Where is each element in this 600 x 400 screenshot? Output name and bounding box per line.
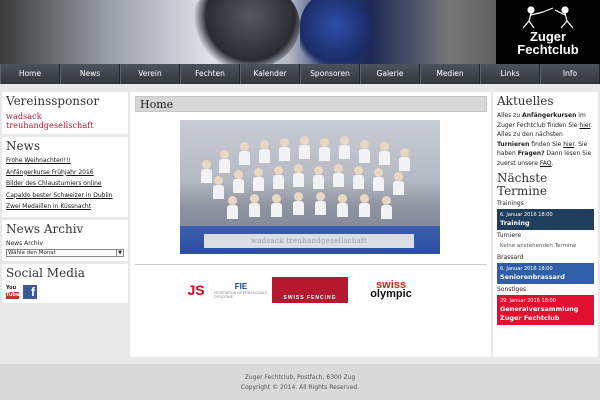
news-panel: News Frohe Weihnachten!!! Anfängerkurse … — [2, 137, 128, 217]
swiss-fencing-logo[interactable]: SWISS FENCING — [272, 277, 348, 303]
fie-logo[interactable]: FIE FÉDÉRATION INTERNATIONALE D'ESCRIME — [214, 277, 268, 303]
main-content: Home wadsack treuhandgesellschaft JS FIE… — [130, 92, 491, 357]
nav-news[interactable]: News — [60, 64, 120, 84]
js-logo[interactable]: JS — [182, 277, 210, 303]
category-label: Trainings — [497, 200, 524, 207]
news-link[interactable]: Zwei Medaillen in Küssnacht — [6, 201, 124, 213]
archive-selected-value: Wähle den Monat — [8, 249, 56, 256]
nav-home[interactable]: Home — [0, 64, 60, 84]
fencers-logo-icon — [522, 6, 574, 29]
event-item[interactable]: 29. Januar 2016 18:00 Generalversammlung… — [497, 295, 594, 325]
sponsor-title: Vereinssponsor — [6, 94, 100, 108]
team-photo: wadsack treuhandgesellschaft — [180, 120, 440, 254]
nav-medien[interactable]: Medien — [420, 64, 480, 84]
aktuelles-title: Aktuelles — [497, 94, 554, 108]
no-events-text: Keine anstehenden Termine — [500, 243, 577, 249]
category-label: Brassard — [497, 254, 524, 261]
archive-title: News Archiv — [6, 221, 84, 236]
nav-fechten[interactable]: Fechten — [180, 64, 240, 84]
nav-verein[interactable]: Verein — [120, 64, 180, 84]
nav-info[interactable]: Info — [540, 64, 600, 84]
archive-label: News Archiv — [6, 239, 43, 247]
social-title: Social Media — [6, 265, 85, 280]
news-link[interactable]: Bilder des Chlausturniers online — [6, 178, 124, 190]
page-title: Home — [135, 96, 487, 112]
turniere-link[interactable]: hier — [563, 141, 574, 148]
fencer-photo — [190, 0, 300, 64]
social-panel: Social Media You Tube f — [2, 263, 128, 303]
footer-copyright: Copyright © 2014. All Rights Reserved. — [240, 384, 360, 391]
chevron-down-icon: ▼ — [116, 249, 123, 256]
photo-sponsor-banner: wadsack treuhandgesellschaft — [204, 234, 414, 248]
aktuelles-text: Alles zu Anfängerkursen im Zuger Fechtcl… — [497, 112, 593, 167]
partner-logos: JS FIE FÉDÉRATION INTERNATIONALE D'ESCRI… — [182, 277, 430, 303]
footer: Zuger Fechtclub, Postfach, 6300 Zug Copy… — [0, 364, 600, 400]
main-nav: Home News Verein Fechten Kalender Sponso… — [0, 64, 600, 84]
event-item[interactable]: 6. Januar 2016 18:00 Training — [497, 209, 594, 230]
fencer-photo-blue — [300, 0, 370, 64]
divider — [135, 264, 487, 265]
category-label: Sonstiges — [497, 286, 527, 293]
news-link[interactable]: Anfängerkurse Frühjahr 2016 — [6, 167, 124, 179]
faq-link[interactable]: FAQ — [540, 160, 552, 167]
nav-kalender[interactable]: Kalender — [240, 64, 300, 84]
youtube-icon[interactable]: You Tube — [6, 284, 19, 299]
nav-galerie[interactable]: Galerie — [360, 64, 420, 84]
right-sidebar: Aktuelles Alles zu Anfängerkursen im Zug… — [493, 92, 598, 357]
facebook-icon[interactable]: f — [23, 284, 37, 299]
news-link[interactable]: Frohe Weihnachten!!! — [6, 155, 124, 167]
club-logo[interactable]: Zuger Fechtclub — [496, 0, 600, 64]
news-title: News — [6, 139, 41, 153]
swiss-olympic-logo[interactable]: swiss olympic — [352, 277, 430, 303]
archive-panel: News Archiv News Archiv Wähle den Monat … — [2, 219, 128, 261]
termine-title: Nächste Termine — [497, 171, 548, 198]
nav-links[interactable]: Links — [480, 64, 540, 84]
category-label: Turniere — [497, 232, 522, 239]
archive-month-select[interactable]: Wähle den Monat ▼ — [6, 248, 124, 257]
left-sidebar: Vereinssponsor wadsack treuhandgesellsch… — [2, 92, 128, 306]
header-banner: Zuger Fechtclub — [0, 0, 600, 64]
nav-sponsoren[interactable]: Sponsoren — [300, 64, 360, 84]
event-item[interactable]: 6. Januar 2016 18:00 Seniorenbrassard — [497, 263, 594, 284]
sponsor-panel: Vereinssponsor wadsack treuhandgesellsch… — [2, 92, 128, 134]
footer-address: Zuger Fechtclub, Postfach, 6300 Zug — [244, 374, 356, 381]
sponsor-logo-text[interactable]: wadsack treuhandgesellschaft — [6, 112, 124, 130]
logo-text-line2: Fechtclub — [517, 42, 579, 57]
news-link[interactable]: Capaldo bester Schweizer in Dublin — [6, 190, 124, 202]
anfaengerkurse-link[interactable]: hier — [579, 122, 590, 129]
